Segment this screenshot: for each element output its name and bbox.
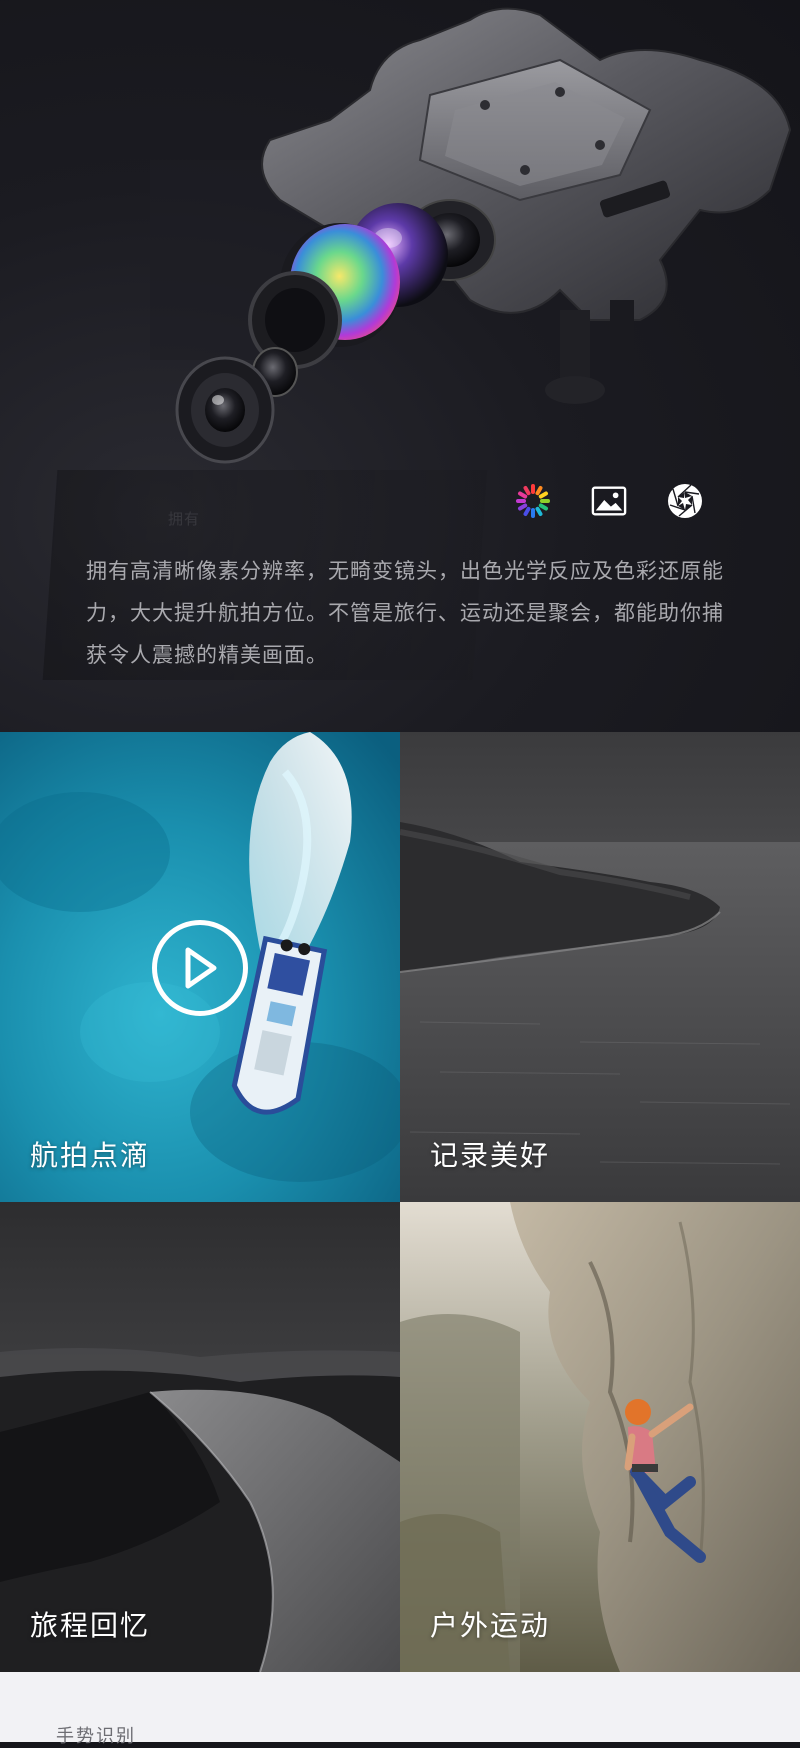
scenario-grid: 航拍点滴 记录美好 旅程回忆 户外运动 (0, 732, 800, 1672)
hero-ghost-text: 拥有 (168, 510, 201, 528)
rock-climbing-image (400, 1202, 800, 1672)
play-icon (185, 947, 217, 989)
hero-description: 拥有高清晰像素分辨率，无畸变镜头，出色光学反应及色彩还原能力，大大提升航拍方位。… (86, 559, 724, 667)
image-icon (591, 483, 627, 519)
hero-section: 拥有 拥有高清晰像素分辨率，无畸变镜头，出色光学反应及色彩还原能力，大大提升航拍… (0, 0, 800, 732)
tile-label: 记录美好 (430, 1139, 551, 1172)
drone-camera-illustration (150, 7, 792, 464)
color-wheel-icon (515, 483, 551, 519)
tile-label: 航拍点滴 (30, 1139, 151, 1172)
coastline-image (400, 732, 800, 1202)
tile-desert[interactable]: 旅程回忆 (0, 1202, 400, 1672)
tile-rock-climbing[interactable]: 户外运动 (400, 1202, 800, 1672)
aperture-icon (667, 483, 703, 519)
section-heading: 手势识别 (56, 1726, 136, 1747)
tile-label: 旅程回忆 (30, 1609, 151, 1642)
tile-coastline[interactable]: 记录美好 (400, 732, 800, 1202)
play-video-button[interactable] (152, 920, 248, 1016)
tile-aerial-boat[interactable]: 航拍点滴 (0, 732, 400, 1202)
feature-icons-row (515, 483, 715, 519)
next-section-preview: 手势识别 (0, 1672, 800, 1747)
desert-image (0, 1202, 400, 1672)
tile-label: 户外运动 (430, 1609, 551, 1642)
